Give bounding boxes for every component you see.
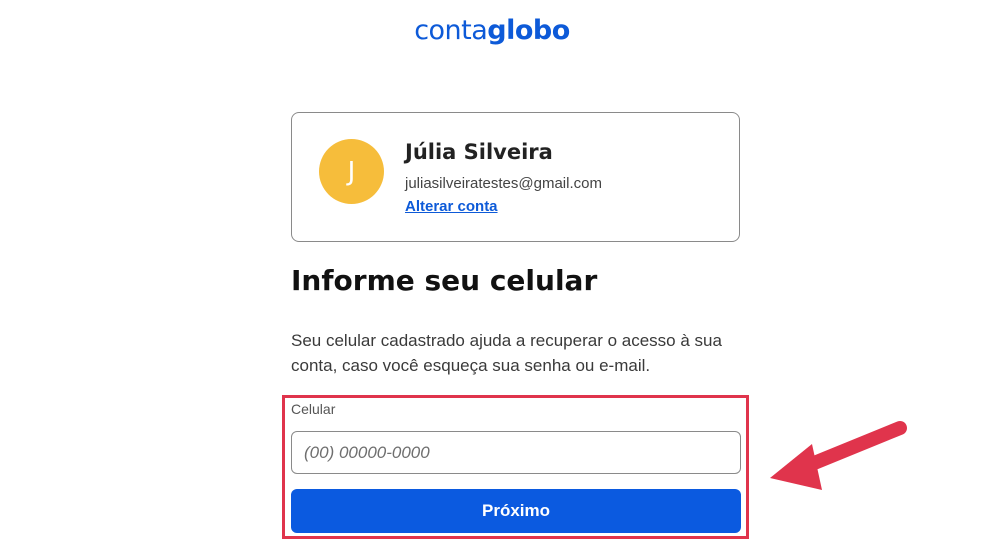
switch-account-link[interactable]: Alterar conta	[405, 198, 498, 215]
avatar: J	[319, 139, 384, 204]
avatar-initial: J	[347, 156, 356, 187]
next-button[interactable]: Próximo	[291, 489, 741, 533]
user-email: juliasilveiratestes@gmail.com	[405, 175, 602, 192]
phone-input[interactable]	[291, 431, 741, 474]
page: contaglobo J Júlia Silveira juliasilveir…	[0, 0, 984, 547]
contaglobo-logo: contaglobo	[0, 12, 984, 50]
user-name: Júlia Silveira	[405, 140, 553, 164]
page-title: Informe seu celular	[291, 264, 598, 297]
account-card: J Júlia Silveira juliasilveiratestes@gma…	[291, 112, 740, 242]
phone-label: Celular	[291, 401, 336, 417]
logo-globo-text: globo	[487, 15, 570, 46]
red-arrow-icon	[770, 421, 907, 490]
page-description: Seu celular cadastrado ajuda a recuperar…	[291, 331, 722, 375]
logo-conta-text: conta	[414, 15, 488, 46]
